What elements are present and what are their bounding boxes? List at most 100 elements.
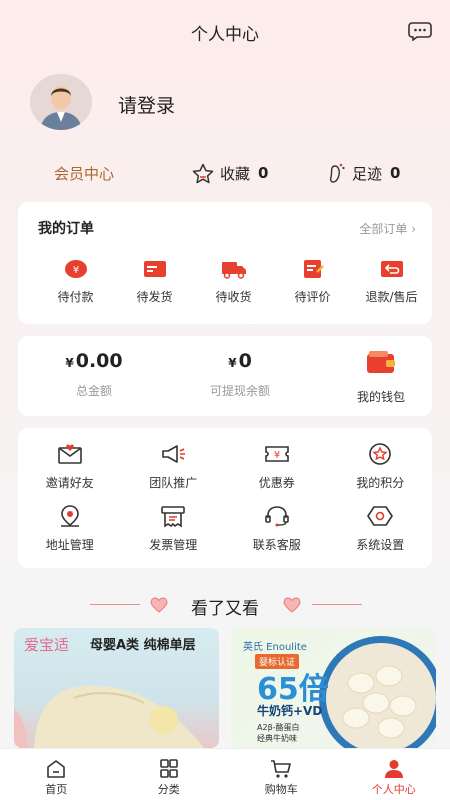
page-title: 个人中心 <box>191 25 259 45</box>
refund-icon <box>380 261 403 277</box>
category-icon <box>159 759 178 778</box>
home-icon <box>47 760 66 778</box>
footprint-label: 足迹 <box>352 164 383 183</box>
tab-label: 首页 <box>45 783 68 796</box>
product-features: A2β-酪蛋白 经典牛奶味 <box>257 722 300 744</box>
product-subtitle: 牛奶钙+VD <box>257 704 323 718</box>
wallet-pay-icon: ¥ <box>64 260 87 278</box>
wallet-icon <box>367 351 395 373</box>
order-pending-payment[interactable]: ¥ 待付款 <box>36 258 115 305</box>
my-points[interactable]: 我的积分 <box>329 442 433 504</box>
order-label: 待付款 <box>57 290 94 304</box>
footprint-count: 0 <box>390 164 401 182</box>
favorites-link[interactable]: 收藏 0 <box>192 160 268 186</box>
total-amount-value: 0.00 <box>75 350 123 372</box>
user-icon <box>384 760 403 778</box>
product-grid: 爱宝适 母婴A类 纯棉单层 英氏 Enoulite 婴标认证 65倍 牛奶钙+V… <box>14 628 436 748</box>
tab-label: 分类 <box>157 783 180 796</box>
service-label: 地址管理 <box>45 538 94 552</box>
services-card: 邀请好友 团队推广 ¥ 优惠券 我的积分 地址管理 发票管理 联系客服 系统设置 <box>18 428 432 568</box>
order-pending-review[interactable]: 待评价 <box>273 258 352 305</box>
star-icon <box>192 163 214 183</box>
bottom-tabbar: 首页 分类 购物车 个人中心 <box>0 748 450 800</box>
total-amount: ¥0.00 <box>54 350 134 372</box>
order-label: 待发货 <box>136 290 173 304</box>
total-balance[interactable]: ¥0.00 总金额 <box>54 350 134 399</box>
order-pending-receipt[interactable]: 待收货 <box>194 258 273 305</box>
withdraw-amount-value: 0 <box>238 350 252 372</box>
feature-item: A2β-酪蛋白 <box>257 723 300 732</box>
tab-category[interactable]: 分类 <box>113 749 226 800</box>
points-icon <box>369 443 392 465</box>
order-label: 退款/售后 <box>365 290 418 304</box>
service-label: 团队推广 <box>149 476 198 490</box>
svg-text:¥: ¥ <box>274 450 280 461</box>
product-card[interactable]: 英氏 Enoulite 婴标认证 65倍 牛奶钙+VD A2β-酪蛋白 经典牛奶… <box>231 628 436 748</box>
cart-icon <box>271 760 292 778</box>
footprint-icon <box>329 163 345 183</box>
invite-icon <box>57 444 82 464</box>
chat-bubble-icon <box>408 22 432 42</box>
tab-label: 购物车 <box>264 783 298 796</box>
orders-card: 我的订单 全部订单 › ¥ 待付款 待发货 待收货 待评价 退款/售后 <box>18 202 432 324</box>
currency-symbol: ¥ <box>228 356 237 370</box>
withdrawable-balance[interactable]: ¥0 可提现余额 <box>200 350 280 399</box>
withdraw-label: 可提现余额 <box>209 384 270 398</box>
divider <box>312 604 362 605</box>
package-card-icon <box>143 261 166 277</box>
total-label: 总金额 <box>75 384 112 398</box>
recommend-title: 看了又看 <box>191 599 259 619</box>
order-label: 待评价 <box>294 290 331 304</box>
stats-row: 会员中心 收藏 0 足迹 0 <box>0 160 450 186</box>
service-label: 优惠券 <box>258 476 295 490</box>
vip-center-link[interactable]: 会员中心 <box>54 163 114 184</box>
currency-symbol: ¥ <box>65 356 74 370</box>
product-card[interactable]: 爱宝适 母婴A类 纯棉单层 <box>14 628 219 748</box>
service-label: 联系客服 <box>252 538 301 552</box>
wallet-label: 我的钱包 <box>356 390 405 404</box>
favorites-label: 收藏 <box>220 164 251 183</box>
tab-profile[interactable]: 个人中心 <box>338 749 450 800</box>
coupons[interactable]: ¥ 优惠券 <box>225 442 329 504</box>
my-wallet-button[interactable]: 我的钱包 <box>350 350 412 405</box>
profile-section[interactable]: 请登录 <box>30 72 430 132</box>
tab-home[interactable]: 首页 <box>0 749 113 800</box>
order-pending-shipment[interactable]: 待发货 <box>115 258 194 305</box>
order-label: 待收货 <box>215 290 252 304</box>
invite-friends[interactable]: 邀请好友 <box>18 442 122 504</box>
order-status-grid: ¥ 待付款 待发货 待收货 待评价 退款/售后 <box>18 258 432 305</box>
location-icon <box>60 505 79 527</box>
all-orders-label: 全部订单 <box>359 222 408 236</box>
team-promotion[interactable]: 团队推广 <box>122 442 226 504</box>
chevron-right-icon: › <box>411 222 416 236</box>
system-settings[interactable]: 系统设置 <box>329 504 433 566</box>
tab-cart[interactable]: 购物车 <box>225 749 338 800</box>
all-orders-link[interactable]: 全部订单 › <box>359 220 416 237</box>
favorites-count: 0 <box>258 164 269 182</box>
invoice-management[interactable]: 发票管理 <box>122 504 226 566</box>
megaphone-icon <box>162 445 186 463</box>
nav-bar: 个人中心 <box>0 0 450 60</box>
invoice-icon <box>161 506 186 528</box>
product-brand: 英氏 Enoulite <box>243 642 307 653</box>
message-button[interactable] <box>408 21 432 42</box>
login-link[interactable]: 请登录 <box>118 91 175 118</box>
services-grid: 邀请好友 团队推广 ¥ 优惠券 我的积分 地址管理 发票管理 联系客服 系统设置 <box>18 442 432 566</box>
order-refund[interactable]: 退款/售后 <box>352 258 431 305</box>
default-avatar-icon <box>30 74 92 130</box>
recommend-header: 看了又看 <box>0 592 450 619</box>
settings-icon <box>367 506 394 526</box>
service-label: 系统设置 <box>356 538 405 552</box>
svg-text:¥: ¥ <box>72 265 78 276</box>
headset-icon <box>264 506 289 527</box>
footprint-link[interactable]: 足迹 0 <box>328 160 400 186</box>
contact-service[interactable]: 联系客服 <box>225 504 329 566</box>
address-management[interactable]: 地址管理 <box>18 504 122 566</box>
service-label: 发票管理 <box>149 538 198 552</box>
review-icon <box>303 260 324 278</box>
service-label: 我的积分 <box>356 476 405 490</box>
tab-label: 个人中心 <box>371 783 416 796</box>
avatar[interactable] <box>30 74 92 130</box>
coupon-icon: ¥ <box>264 446 289 462</box>
wallet-card: ¥0.00 总金额 ¥0 可提现余额 我的钱包 <box>18 336 432 416</box>
